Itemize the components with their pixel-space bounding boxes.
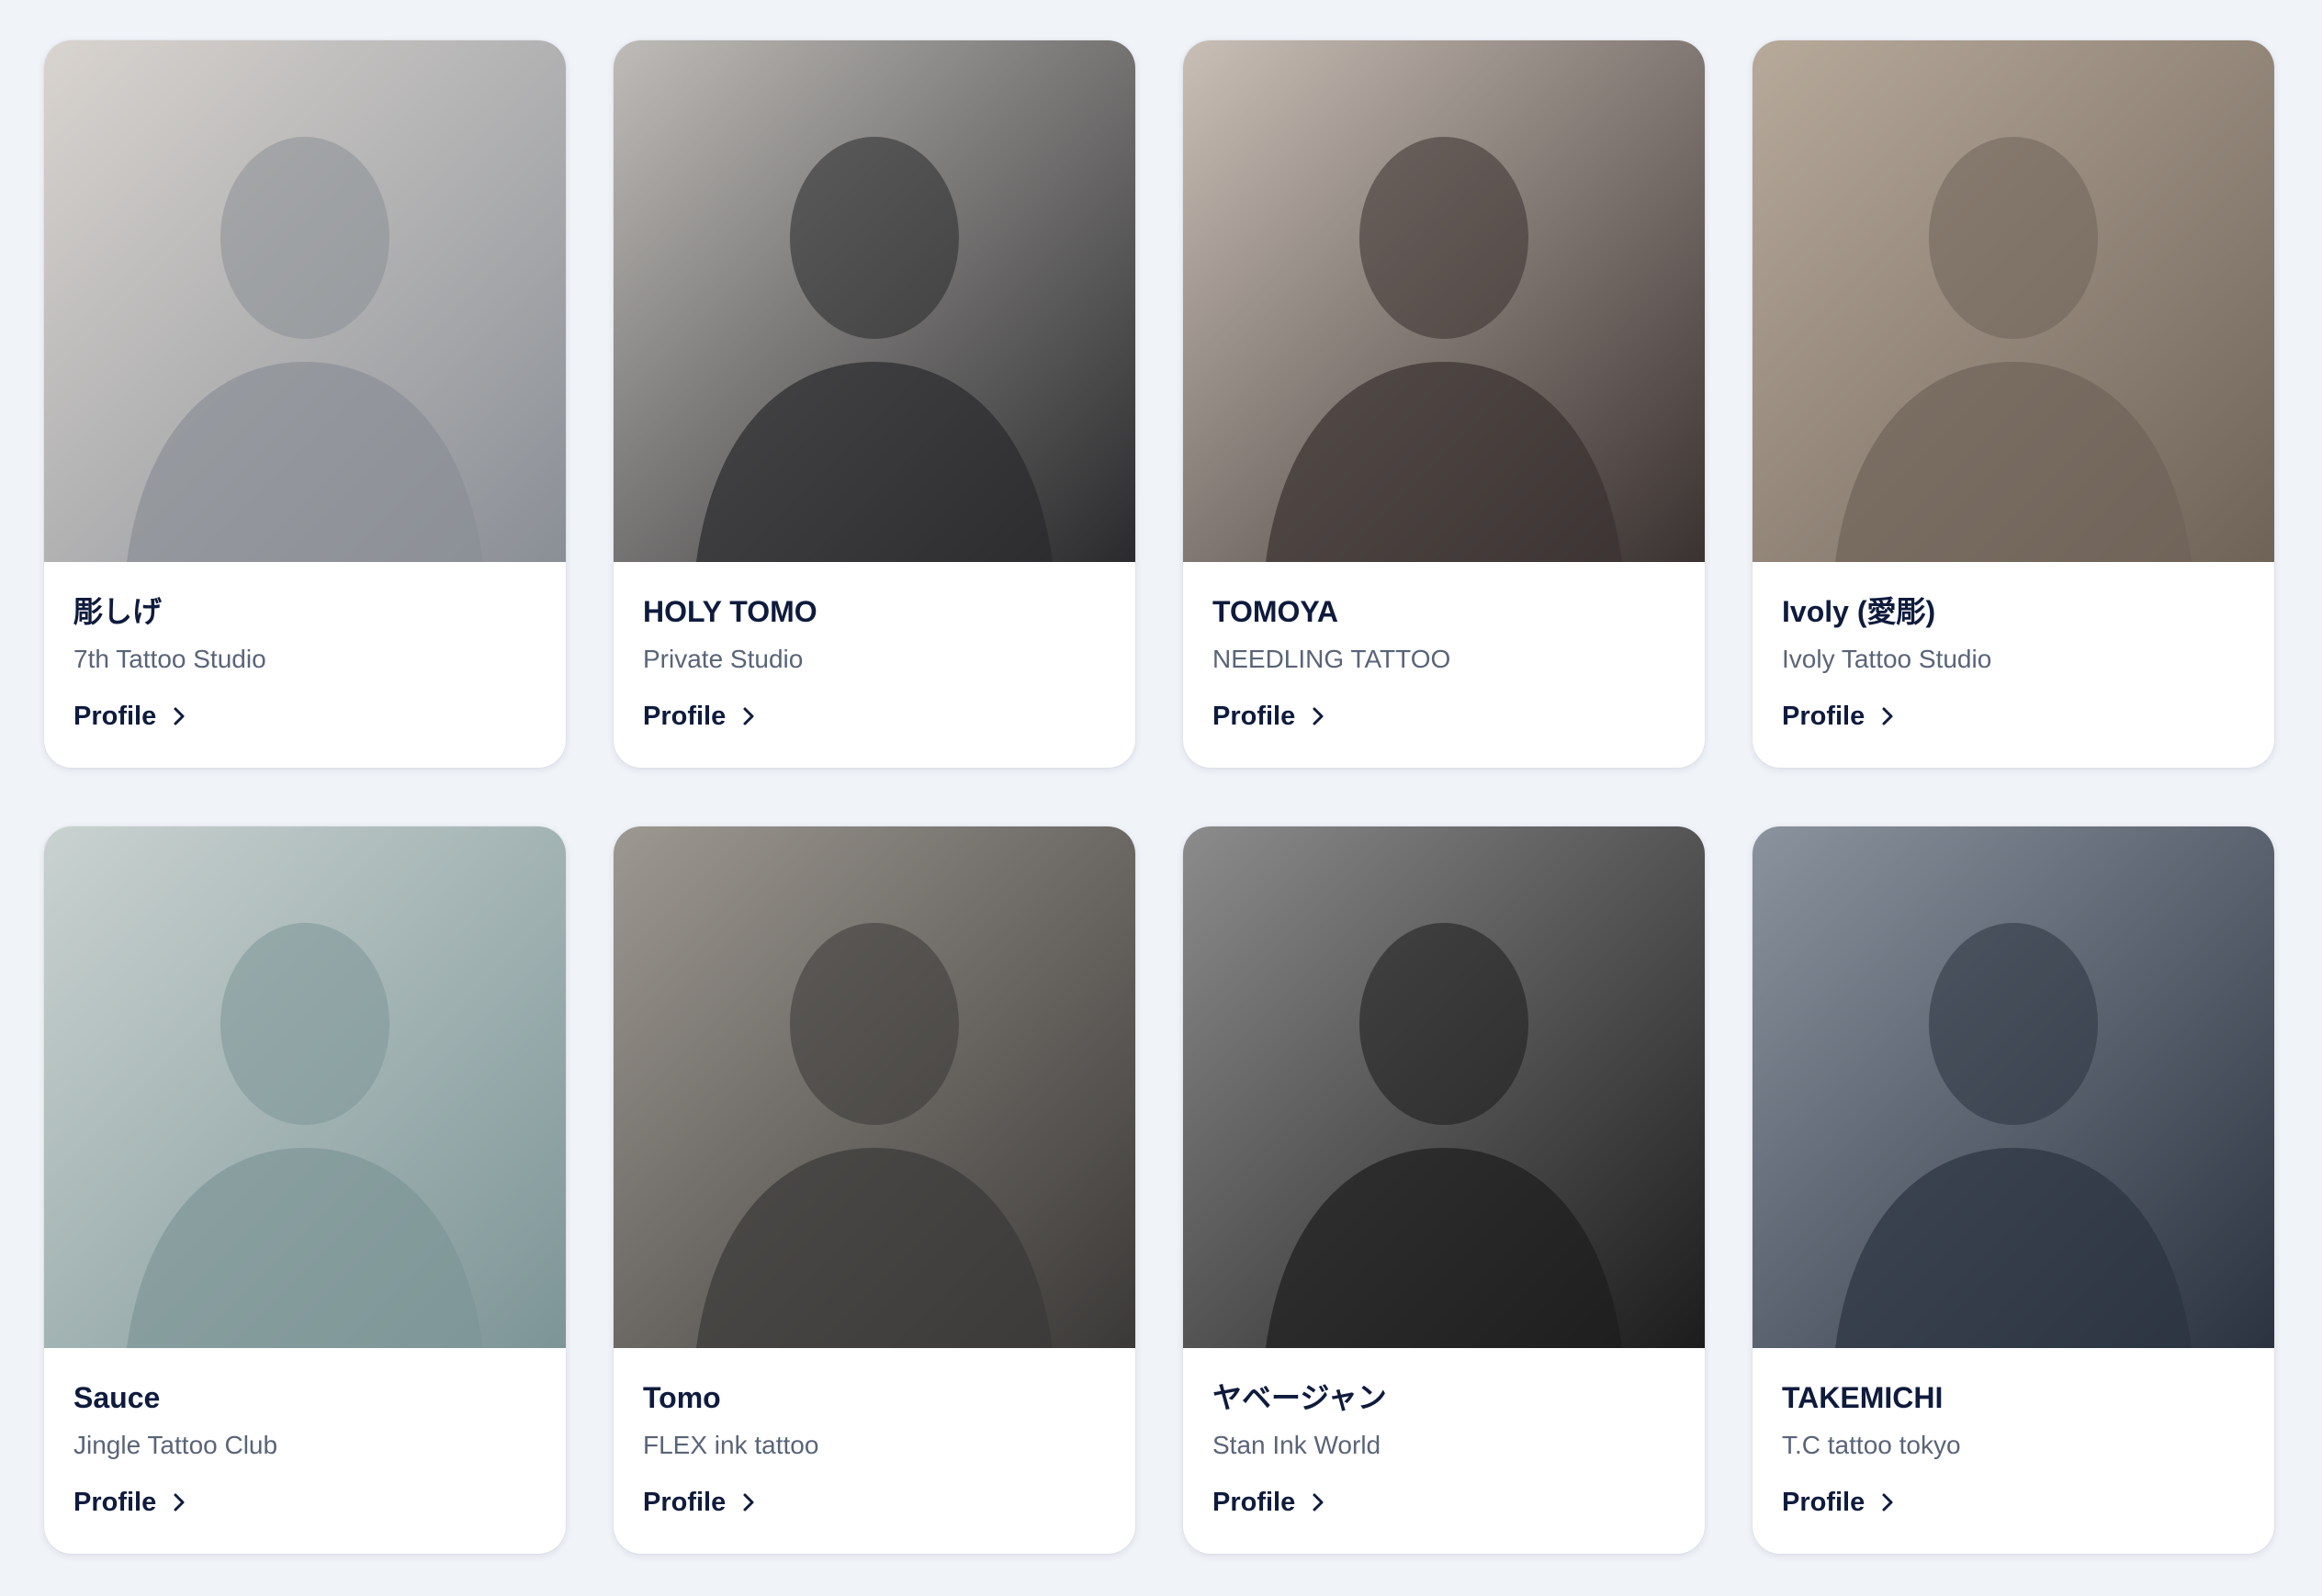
chevron-right-icon [743,707,754,725]
artist-card[interactable]: 彫しげ 7th Tattoo Studio Profile [44,40,566,768]
chevron-right-icon [1882,707,1893,725]
artist-studio: Private Studio [643,645,804,673]
artist-name: Ivoly (愛彫) [1782,595,1936,628]
artist-name: 彫しげ [73,595,163,628]
person-photo-icon [1183,40,1705,562]
artist-info: HOLY TOMO Private Studio Profile [614,562,1135,733]
profile-link[interactable]: Profile [643,700,759,733]
artist-card[interactable]: Sauce Jingle Tattoo Club Profile [44,826,566,1554]
artist-studio: NEEDLING TATTOO [1212,645,1451,673]
artist-name: TOMOYA [1212,595,1338,628]
artist-info: TAKEMICHI T.C tattoo tokyo Profile [1753,1348,2274,1519]
artist-card[interactable]: TAKEMICHI T.C tattoo tokyo Profile [1753,826,2274,1554]
artist-card[interactable]: TOMOYA NEEDLING TATTOO Profile [1183,40,1705,768]
chevron-right-icon [174,707,185,725]
profile-link-label: Profile [643,1488,727,1517]
profile-link-label: Profile [73,702,157,731]
person-photo-icon [614,40,1135,562]
artist-studio: 7th Tattoo Studio [73,645,266,673]
profile-link[interactable]: Profile [1782,1486,1898,1519]
artist-photo[interactable] [1753,40,2274,562]
artist-grid: 彫しげ 7th Tattoo Studio Profile HOLY TOMO … [44,40,2274,1554]
artist-card[interactable]: Tomo FLEX ink tattoo Profile [614,826,1135,1554]
chevron-right-icon [1313,707,1324,725]
artist-photo[interactable] [614,40,1135,562]
artist-studio: T.C tattoo tokyo [1782,1431,1961,1459]
chevron-right-icon [174,1493,185,1512]
profile-link-label: Profile [1212,702,1296,731]
profile-link-label: Profile [73,1488,157,1517]
person-photo-icon [1183,826,1705,1348]
chevron-right-icon [1313,1493,1324,1512]
artist-info: Tomo FLEX ink tattoo Profile [614,1348,1135,1519]
artist-card[interactable]: ヤベージャン Stan Ink World Profile [1183,826,1705,1554]
artist-studio: Jingle Tattoo Club [73,1431,278,1459]
person-photo-icon [44,826,566,1348]
artist-name: HOLY TOMO [643,595,817,628]
profile-link[interactable]: Profile [1212,700,1328,733]
person-photo-icon [1753,40,2274,562]
artist-name: Sauce [73,1381,161,1414]
artist-name: Tomo [643,1381,721,1414]
chevron-right-icon [743,1493,754,1512]
profile-link[interactable]: Profile [1782,700,1898,733]
person-photo-icon [614,826,1135,1348]
artist-info: 彫しげ 7th Tattoo Studio Profile [44,562,566,733]
person-photo-icon [44,40,566,562]
artist-info: ヤベージャン Stan Ink World Profile [1183,1348,1705,1519]
profile-link[interactable]: Profile [73,700,189,733]
artist-name: ヤベージャン [1212,1381,1387,1414]
artist-photo[interactable] [1183,826,1705,1348]
artist-photo[interactable] [44,40,566,562]
artist-photo[interactable] [44,826,566,1348]
profile-link-label: Profile [1782,702,1865,731]
artist-info: Sauce Jingle Tattoo Club Profile [44,1348,566,1519]
artist-card[interactable]: HOLY TOMO Private Studio Profile [614,40,1135,768]
profile-link-label: Profile [643,702,727,731]
profile-link[interactable]: Profile [73,1486,189,1519]
artist-photo[interactable] [614,826,1135,1348]
profile-link[interactable]: Profile [643,1486,759,1519]
person-photo-icon [1753,826,2274,1348]
profile-link-label: Profile [1212,1488,1296,1517]
chevron-right-icon [1882,1493,1893,1512]
artist-info: TOMOYA NEEDLING TATTOO Profile [1183,562,1705,733]
artist-photo[interactable] [1183,40,1705,562]
artist-name: TAKEMICHI [1782,1381,1944,1414]
artist-studio: Stan Ink World [1212,1431,1381,1459]
artist-studio: FLEX ink tattoo [643,1431,819,1459]
profile-link[interactable]: Profile [1212,1486,1328,1519]
artist-info: Ivoly (愛彫) Ivoly Tattoo Studio Profile [1753,562,2274,733]
profile-link-label: Profile [1782,1488,1865,1517]
artist-card[interactable]: Ivoly (愛彫) Ivoly Tattoo Studio Profile [1753,40,2274,768]
artist-studio: Ivoly Tattoo Studio [1782,645,1992,673]
artist-photo[interactable] [1753,826,2274,1348]
